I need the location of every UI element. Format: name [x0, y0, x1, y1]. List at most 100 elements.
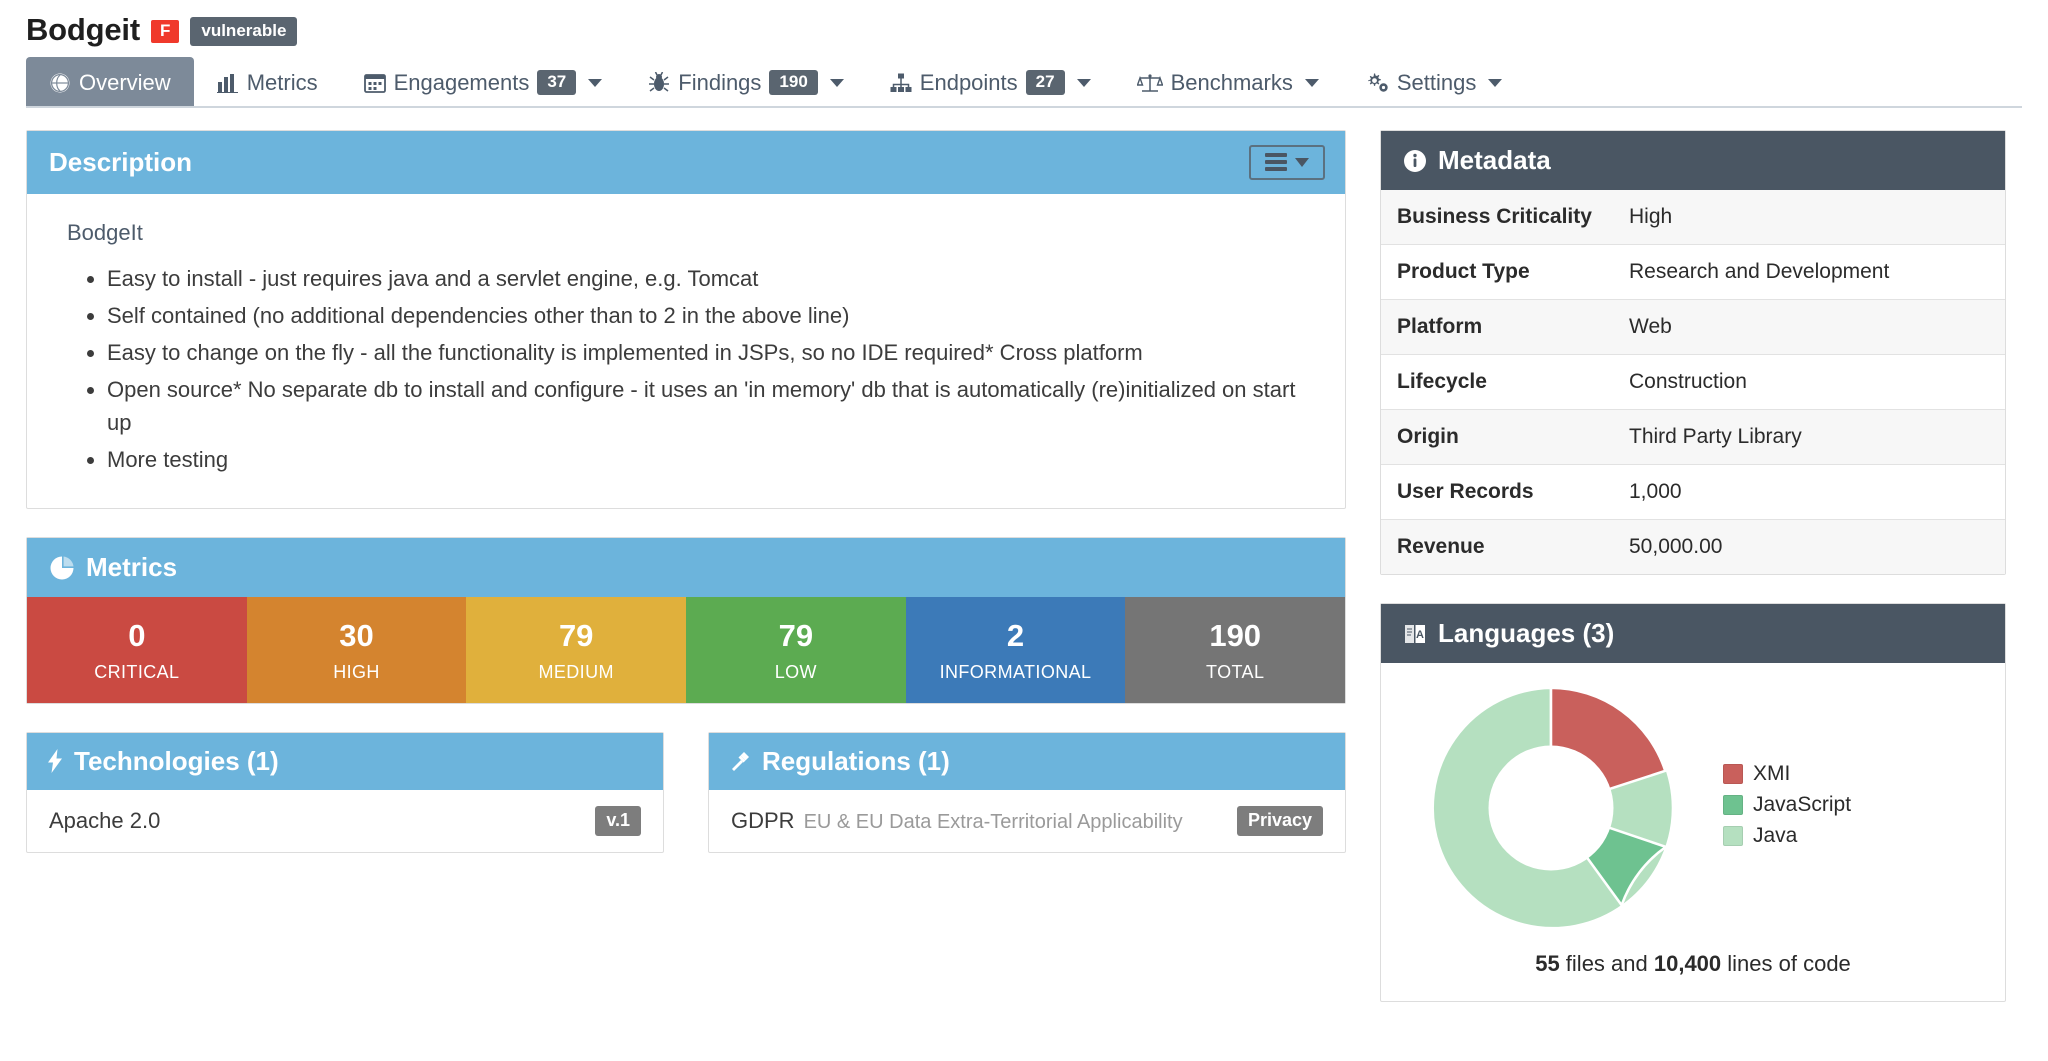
metric-value: 79 — [472, 617, 680, 656]
description-menu-button[interactable] — [1249, 145, 1325, 180]
table-row: Business Criticality High — [1381, 190, 2005, 245]
chevron-down-icon[interactable] — [588, 79, 602, 87]
tab-overview[interactable]: Overview — [26, 57, 194, 106]
main-navigation-tabs: Overview Metrics Engagements 37 Findings… — [26, 59, 2022, 108]
languages-panel-body: XMI JavaScript Java — [1381, 663, 2005, 1001]
technologies-panel-header: Technologies (1) — [27, 733, 663, 790]
chevron-down-icon[interactable] — [1077, 79, 1091, 87]
legend-swatch-javascript — [1723, 795, 1743, 815]
description-panel: Description BodgeIt Easy to install - ju… — [26, 130, 1346, 509]
table-row: Platform Web — [1381, 300, 2005, 355]
metric-cell-medium[interactable]: 79 MEDIUM — [466, 597, 686, 703]
gavel-icon — [729, 750, 751, 772]
table-row: Origin Third Party Library — [1381, 410, 2005, 465]
pie-chart-icon — [49, 555, 75, 581]
donut-svg — [1424, 681, 1678, 935]
list-item: Easy to install - just requires java and… — [107, 262, 1321, 295]
chevron-down-icon[interactable] — [1305, 79, 1319, 87]
description-panel-body: BodgeIt Easy to install - just requires … — [27, 194, 1345, 508]
metric-cell-informational[interactable]: 2 INFORMATIONAL — [906, 597, 1126, 703]
legend-item: Java — [1723, 824, 1985, 848]
tab-label: Engagements — [394, 70, 530, 96]
legend-swatch-java — [1723, 826, 1743, 846]
table-row: User Records 1,000 — [1381, 465, 2005, 520]
info-circle-icon — [1403, 149, 1427, 173]
regulations-panel-header: Regulations (1) — [709, 733, 1345, 790]
metric-cell-low[interactable]: 79 LOW — [686, 597, 906, 703]
metadata-key: Revenue — [1381, 520, 1613, 575]
tab-metrics[interactable]: Metrics — [194, 57, 341, 106]
chevron-down-icon[interactable] — [1488, 79, 1502, 87]
endpoints-count-badge: 27 — [1026, 70, 1065, 96]
metric-cell-high[interactable]: 30 HIGH — [247, 597, 467, 703]
status-badge: vulnerable — [190, 17, 297, 46]
language-book-icon: A — [1403, 622, 1427, 646]
right-column: Metadata Business Criticality High Produ… — [1380, 130, 2006, 1030]
findings-count-badge: 190 — [769, 70, 817, 96]
tab-label: Settings — [1397, 70, 1477, 96]
tab-benchmarks[interactable]: Benchmarks — [1114, 57, 1342, 106]
content-area: Description BodgeIt Easy to install - ju… — [0, 108, 2048, 1030]
technology-item[interactable]: Apache 2.0 v.1 — [27, 790, 663, 852]
calendar-icon — [364, 72, 386, 93]
technologies-panel: Technologies (1) Apache 2.0 v.1 — [26, 732, 664, 853]
metadata-panel: Metadata Business Criticality High Produ… — [1380, 130, 2006, 575]
description-subtitle: BodgeIt — [67, 220, 1321, 246]
tech-reg-row: Technologies (1) Apache 2.0 v.1 — [26, 732, 1346, 853]
list-item: Self contained (no additional dependenci… — [107, 299, 1321, 332]
metric-label: TOTAL — [1131, 662, 1339, 683]
bolt-icon — [47, 749, 63, 773]
metadata-value: Web — [1613, 300, 2005, 355]
languages-panel-header: A Languages (3) — [1381, 604, 2005, 663]
metadata-key: User Records — [1381, 465, 1613, 520]
metric-value: 0 — [33, 617, 241, 656]
svg-text:A: A — [1416, 629, 1424, 641]
list-menu-icon — [1265, 153, 1287, 171]
product-header: Bodgeit F vulnerable — [0, 0, 2048, 45]
tab-label: Endpoints — [920, 70, 1018, 96]
page-root: Bodgeit F vulnerable Overview Metrics En… — [0, 0, 2048, 1061]
metric-value: 2 — [912, 617, 1120, 656]
metric-cell-critical[interactable]: 0 CRITICAL — [27, 597, 247, 703]
metadata-value: High — [1613, 190, 2005, 245]
languages-file-count: 55 — [1535, 951, 1559, 976]
legend-label: Java — [1753, 824, 1797, 848]
table-row: Product Type Research and Development — [1381, 245, 2005, 300]
metrics-panel: Metrics 0 CRITICAL 30 HIGH 79 MEDIUM — [26, 537, 1346, 704]
panel-title: Metrics — [86, 552, 177, 583]
legend-label: JavaScript — [1753, 793, 1851, 817]
tab-label: Benchmarks — [1171, 70, 1293, 96]
regulation-description: EU & EU Data Extra-Territorial Applicabi… — [804, 811, 1183, 834]
bar-chart-icon — [217, 73, 239, 93]
metadata-key: Business Criticality — [1381, 190, 1613, 245]
panel-title: Metadata — [1438, 145, 1551, 176]
regulation-item[interactable]: GDPR EU & EU Data Extra-Territorial Appl… — [709, 790, 1345, 852]
tab-findings[interactable]: Findings 190 — [625, 57, 867, 106]
metric-label: INFORMATIONAL — [912, 662, 1120, 683]
metric-label: CRITICAL — [33, 662, 241, 683]
panel-title: Technologies (1) — [74, 746, 279, 777]
tab-engagements[interactable]: Engagements 37 — [341, 57, 626, 106]
metrics-severity-row: 0 CRITICAL 30 HIGH 79 MEDIUM 79 LOW — [27, 597, 1345, 703]
technology-version-badge: v.1 — [595, 806, 641, 836]
tab-settings[interactable]: Settings — [1342, 57, 1526, 106]
languages-legend: XMI JavaScript Java — [1701, 762, 1985, 855]
metadata-value: Construction — [1613, 355, 2005, 410]
metric-label: LOW — [692, 662, 900, 683]
regulation-category-badge: Privacy — [1237, 806, 1323, 836]
panel-title: Description — [49, 147, 192, 178]
tab-endpoints[interactable]: Endpoints 27 — [867, 57, 1114, 106]
sitemap-icon — [890, 73, 912, 93]
languages-panel: A Languages (3) — [1380, 603, 2006, 1002]
metric-value: 190 — [1131, 617, 1339, 656]
metric-cell-total[interactable]: 190 TOTAL — [1125, 597, 1345, 703]
regulations-panel: Regulations (1) GDPR EU & EU Data Extra-… — [708, 732, 1346, 853]
metric-label: HIGH — [253, 662, 461, 683]
languages-lines-text: lines of code — [1721, 951, 1851, 976]
tab-label: Metrics — [247, 70, 318, 96]
grade-badge: F — [151, 20, 179, 44]
metadata-value: 50,000.00 — [1613, 520, 2005, 575]
languages-loc-count: 10,400 — [1654, 951, 1721, 976]
chevron-down-icon[interactable] — [830, 79, 844, 87]
chevron-down-icon — [1295, 158, 1309, 167]
